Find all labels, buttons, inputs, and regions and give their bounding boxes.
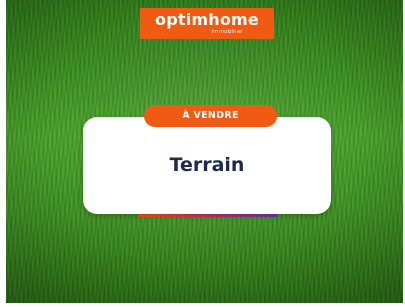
sale-badge: À VENDRE	[144, 105, 277, 127]
grass-background-image: optimhome immobilier À VENDRE Terrain	[6, 0, 403, 303]
brand-logo: optimhome immobilier	[140, 8, 274, 39]
brand-subtitle: immobilier	[211, 29, 243, 35]
brand-name: optimhome	[155, 10, 259, 29]
property-card: Terrain	[83, 117, 331, 214]
property-type-title: Terrain	[169, 154, 245, 176]
